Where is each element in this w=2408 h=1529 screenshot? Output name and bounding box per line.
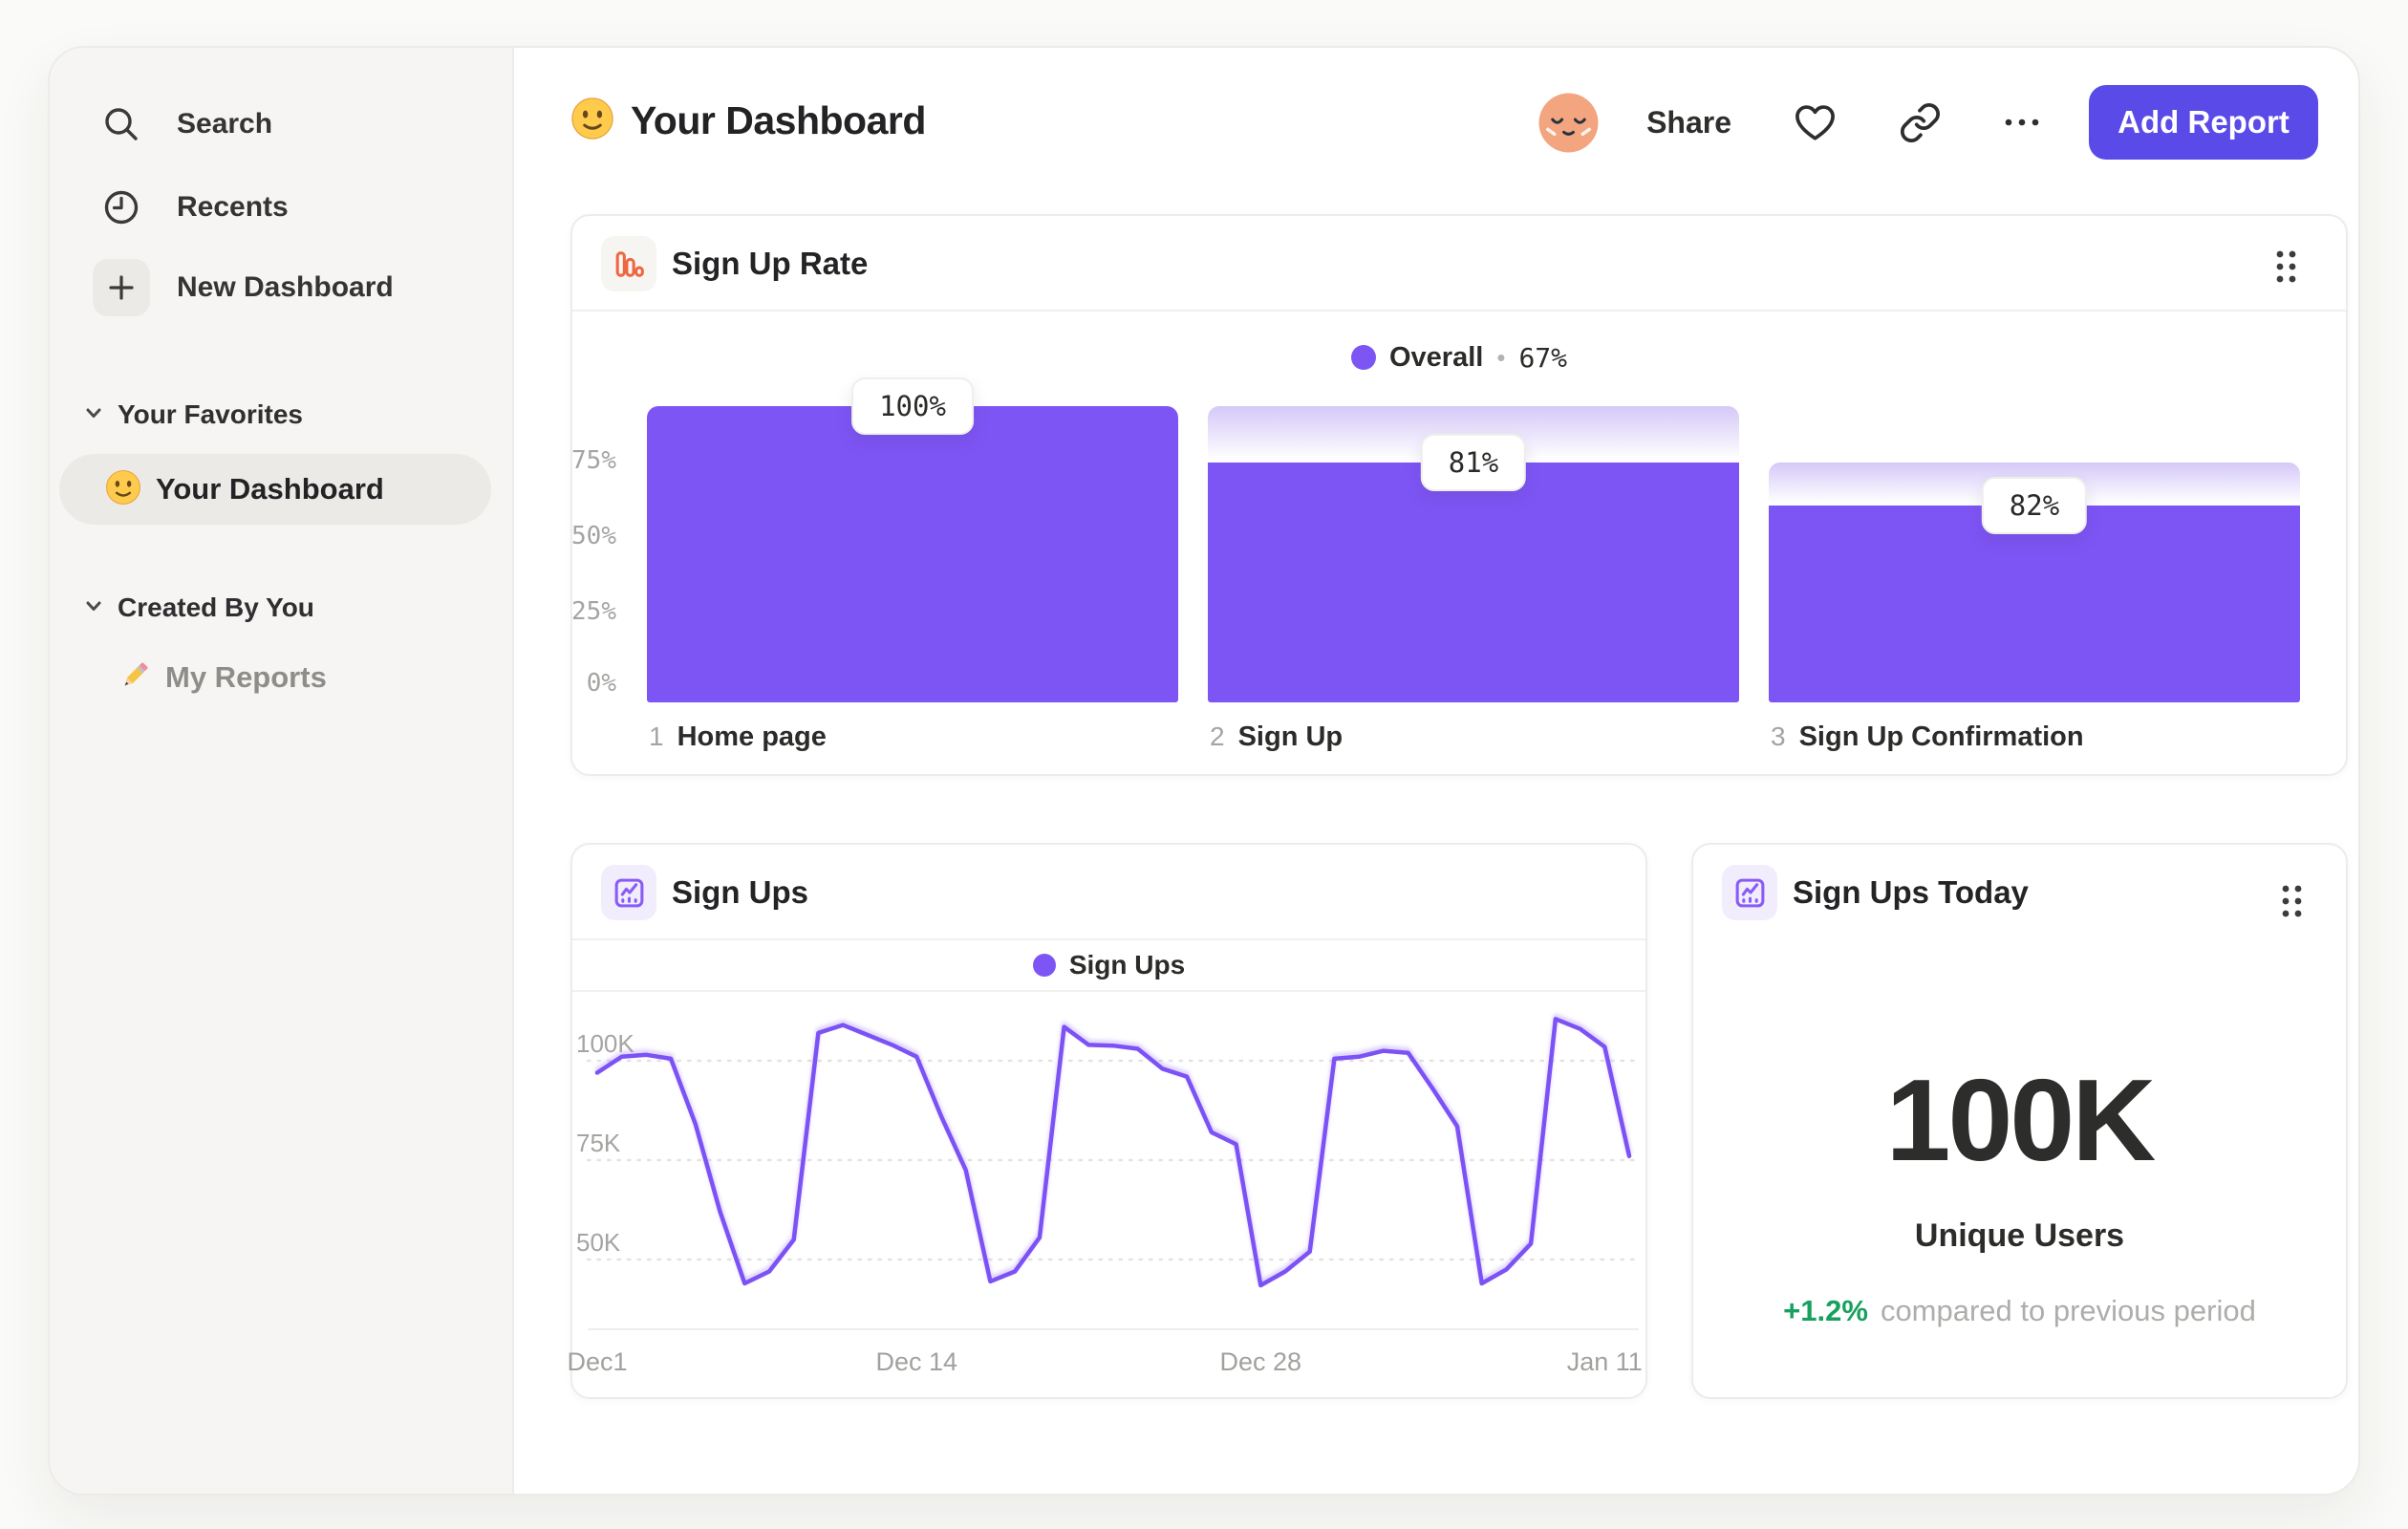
copy-link-icon[interactable] bbox=[1899, 101, 1942, 144]
y-axis-label: 0% bbox=[586, 669, 616, 698]
chevron-down-icon bbox=[83, 595, 104, 621]
search-icon bbox=[93, 96, 150, 153]
x-axis-label: Jan 11 bbox=[1566, 1347, 1643, 1376]
sidebar-item-my-reports[interactable]: My Reports bbox=[117, 647, 327, 708]
line-chart-svg bbox=[586, 1017, 1641, 1288]
x-axis-label: Dec 28 bbox=[1219, 1347, 1302, 1376]
sidebar-item-label: My Reports bbox=[165, 660, 327, 694]
funnel-chart-icon bbox=[601, 236, 656, 291]
drag-handle-icon[interactable] bbox=[2282, 885, 2302, 922]
line-chart-icon bbox=[601, 865, 656, 920]
funnel-step-label: 3 Sign Up Confirmation bbox=[1771, 721, 2084, 753]
legend-series-name: Sign Ups bbox=[1068, 950, 1186, 980]
kpi-delta-badge: +1.2% bbox=[1783, 1294, 1868, 1327]
page-title: Your Dashboard bbox=[570, 91, 926, 150]
page-title-text: Your Dashboard bbox=[631, 97, 926, 142]
step-index: 2 bbox=[1210, 721, 1225, 751]
x-axis-label: Dec 14 bbox=[875, 1347, 958, 1376]
step-index: 3 bbox=[1771, 721, 1786, 751]
y-axis-label: 75K bbox=[576, 1129, 621, 1157]
sign-ups-card: Sign Ups Sign Ups 100K 75K 50K Dec1 Dec 14 D… bbox=[567, 843, 1647, 1399]
smiley-emoji-icon bbox=[105, 469, 141, 510]
step-name: Home page bbox=[677, 721, 827, 752]
y-axis-label: 50% bbox=[571, 522, 616, 550]
clock-icon bbox=[93, 179, 150, 236]
sidebar-item-search[interactable]: Search bbox=[93, 94, 272, 155]
funnel-chart: 100% 1 Home page 81% 2 Sign Up 82% 3 Sig… bbox=[647, 377, 2300, 752]
sidebar-item-your-dashboard[interactable]: Your Dashboard bbox=[59, 454, 491, 525]
card-header: Sign Ups Today bbox=[1693, 845, 2346, 940]
legend-dot bbox=[1350, 345, 1376, 370]
y-axis-label: 75% bbox=[571, 446, 616, 475]
legend-dot bbox=[1032, 954, 1056, 977]
pencil-emoji-icon bbox=[117, 657, 153, 699]
funnel-fill-bar bbox=[647, 406, 1178, 702]
funnel-step-sign-up-confirmation: 82% 3 Sign Up Confirmation bbox=[1769, 406, 2300, 752]
app-window: Search Recents New Dashboard Your Favori… bbox=[48, 46, 2360, 1496]
drag-handle-icon[interactable] bbox=[2276, 250, 2296, 288]
step-index: 1 bbox=[649, 721, 664, 751]
kpi-value: 100K bbox=[1885, 1055, 2157, 1185]
add-report-button[interactable]: Add Report bbox=[2089, 85, 2318, 160]
funnel-legend: Overall • 67% bbox=[572, 312, 2346, 403]
funnel-fill-bar bbox=[1208, 462, 1739, 702]
section-title: Your Favorites bbox=[118, 399, 303, 429]
step-name: Sign Up bbox=[1237, 721, 1344, 752]
sidebar: Search Recents New Dashboard Your Favori… bbox=[50, 48, 514, 1494]
y-axis-label: 50K bbox=[576, 1228, 621, 1257]
header-actions: Share Add Report bbox=[1538, 84, 2318, 161]
funnel-step-label: 1 Home page bbox=[649, 721, 827, 753]
sidebar-item-label: New Dashboard bbox=[177, 271, 394, 303]
sidebar-item-recents[interactable]: Recents bbox=[93, 177, 289, 238]
card-title: Sign Ups bbox=[672, 874, 809, 910]
x-axis-label: Dec1 bbox=[567, 1347, 628, 1376]
chevron-down-icon bbox=[83, 402, 104, 428]
line-legend: Sign Ups bbox=[572, 938, 1645, 992]
card-title: Sign Ups Today bbox=[1793, 874, 2029, 910]
smiley-emoji-icon bbox=[570, 97, 614, 145]
favorite-heart-icon[interactable] bbox=[1793, 100, 1838, 145]
section-your-favorites[interactable]: Your Favorites bbox=[83, 399, 303, 430]
legend-series-name: Overall bbox=[1388, 341, 1484, 373]
funnel-step-home-page: 100% 1 Home page bbox=[647, 377, 1178, 752]
kpi-delta-caption: compared to previous period bbox=[1880, 1294, 2256, 1327]
card-title: Sign Up Rate bbox=[672, 246, 869, 281]
funnel-fill-bar bbox=[1769, 506, 2300, 702]
conversion-badge: 82% bbox=[1981, 477, 2088, 535]
kpi-delta-row: +1.2% compared to previous period bbox=[1693, 1294, 2346, 1328]
avatar[interactable] bbox=[1538, 92, 1599, 153]
conversion-badge: 81% bbox=[1420, 433, 1527, 491]
plus-icon bbox=[93, 259, 150, 316]
sidebar-item-new-dashboard[interactable]: New Dashboard bbox=[93, 257, 394, 318]
line-chart-plot: 100K 75K 50K Dec1 Dec 14 Dec 28 Jan 11 bbox=[567, 998, 1643, 1376]
share-button[interactable]: Share bbox=[1646, 105, 1731, 140]
section-created-by-you[interactable]: Created By You bbox=[83, 592, 314, 623]
sidebar-item-label: Search bbox=[177, 108, 273, 140]
y-axis-label: 100K bbox=[576, 1029, 634, 1058]
card-header: Sign Ups bbox=[572, 845, 1645, 940]
y-axis-label: 25% bbox=[571, 597, 616, 626]
conversion-badge: 100% bbox=[851, 377, 974, 435]
legend-separator: • bbox=[1496, 342, 1506, 372]
more-options-icon[interactable] bbox=[2003, 117, 2041, 128]
sidebar-item-label: Recents bbox=[177, 191, 289, 223]
legend-overall-value: 67% bbox=[1518, 341, 1568, 374]
funnel-y-axis: 75% 50% 25% 0% bbox=[571, 406, 616, 702]
sign-up-rate-card: Sign Up Rate Overall • 67% 75% 50% 25% 0… bbox=[570, 214, 2348, 776]
card-header: Sign Up Rate bbox=[572, 216, 2346, 312]
section-title: Created By You bbox=[118, 592, 314, 622]
sign-ups-today-card: Sign Ups Today 100K Unique Users +1.2% c… bbox=[1691, 843, 2348, 1399]
line-chart-icon bbox=[1722, 865, 1777, 920]
funnel-step-sign-up: 81% 2 Sign Up bbox=[1208, 406, 1739, 752]
kpi-label: Unique Users bbox=[1914, 1217, 2125, 1254]
step-name: Sign Up Confirmation bbox=[1798, 721, 2084, 752]
sidebar-item-label: Your Dashboard bbox=[156, 472, 384, 506]
funnel-step-label: 2 Sign Up bbox=[1210, 721, 1343, 753]
